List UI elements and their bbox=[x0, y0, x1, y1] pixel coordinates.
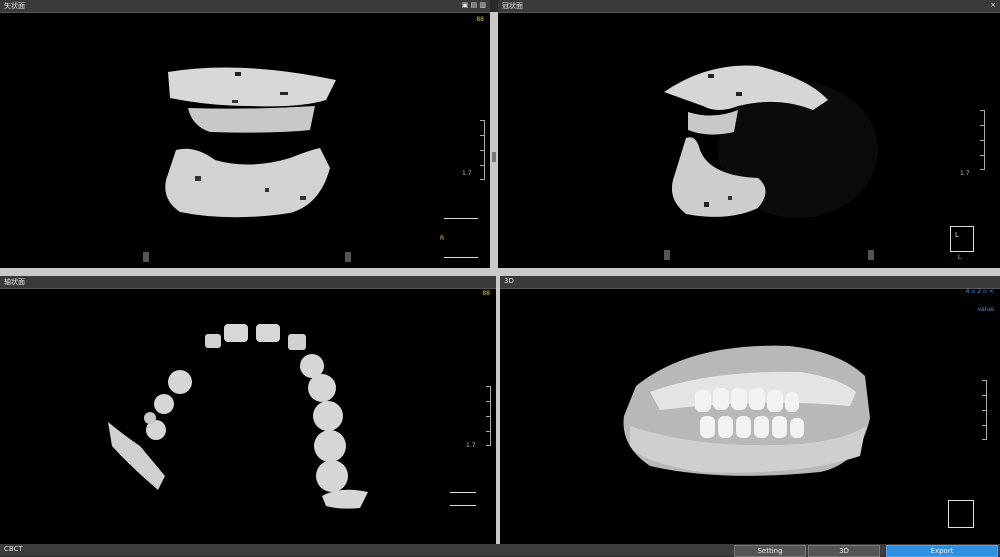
orientation-label: R bbox=[440, 235, 445, 242]
measurement-scale bbox=[482, 386, 491, 446]
viewport-axial[interactable]: 轴状面 88 1.7 bbox=[0, 276, 496, 544]
viewport-coronal[interactable]: 冠状面 × 1.7 L L bbox=[498, 0, 1000, 268]
3d-button[interactable]: 3D bbox=[808, 545, 880, 557]
export-button[interactable]: Export bbox=[886, 545, 998, 557]
measurement-scale bbox=[976, 110, 985, 170]
measurement-scale bbox=[978, 380, 987, 440]
corner-label: L bbox=[958, 254, 962, 261]
sagittal-scan-image bbox=[143, 67, 351, 262]
horizontal-splitter[interactable] bbox=[0, 268, 1000, 276]
bottom-toolbar: CBCT Setting 3D Export bbox=[0, 544, 1000, 557]
orientation-widget[interactable] bbox=[450, 492, 476, 506]
scale-value: 1.7 bbox=[466, 442, 476, 449]
3d-dental-render bbox=[623, 345, 870, 476]
measurement-scale bbox=[476, 120, 485, 180]
viewport-sagittal[interactable]: 矢状面 ▣ ▤ ▥ 88 1.7 R bbox=[0, 0, 490, 268]
coronal-scan-image bbox=[664, 65, 878, 260]
scale-value: 1.7 bbox=[462, 170, 472, 177]
splitter-grip[interactable] bbox=[492, 152, 496, 162]
bottom-toolbar-label: CBCT bbox=[4, 545, 23, 553]
viewport-3d[interactable]: 3D 4 ▫ 2 ▫ < value bbox=[500, 276, 1000, 544]
vertical-splitter[interactable] bbox=[490, 12, 498, 268]
setting-button[interactable]: Setting bbox=[734, 545, 806, 557]
orientation-widget[interactable]: L bbox=[950, 226, 974, 252]
orientation-widget[interactable] bbox=[948, 500, 974, 528]
orientation-widget[interactable]: R bbox=[440, 218, 478, 258]
axial-scan-image bbox=[108, 324, 368, 509]
scale-value: 1.7 bbox=[960, 170, 970, 177]
orientation-label: L bbox=[955, 231, 959, 239]
